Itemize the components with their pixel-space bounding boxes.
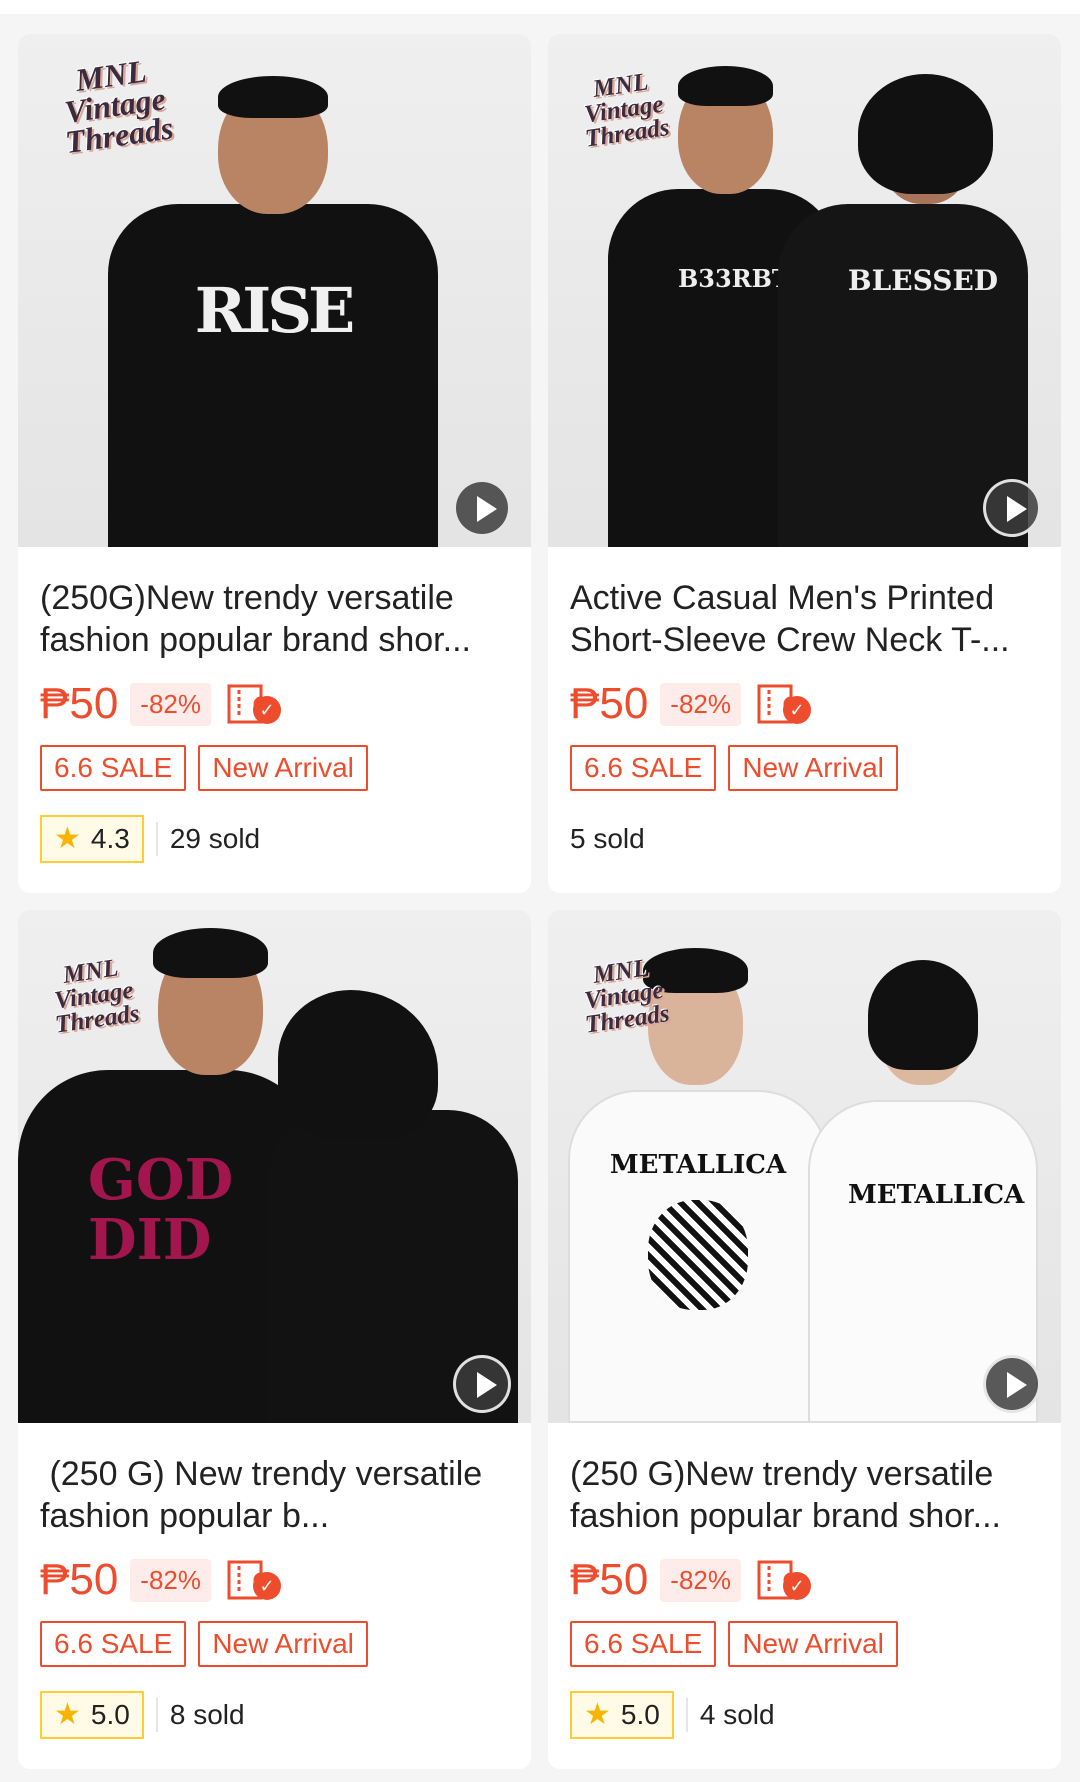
tag-list: 6.6 SALE New Arrival: [40, 745, 509, 791]
product-image[interactable]: METALLICA METALLICA MNL Vintage Threads: [548, 910, 1061, 1423]
rating-sold-row: ★ 5.0 4 sold: [570, 1691, 1039, 1739]
voucher-icon: ✓: [225, 1558, 281, 1602]
product-title[interactable]: (250G)New trendy versatile fashion popul…: [40, 577, 509, 661]
play-video-icon[interactable]: [983, 479, 1041, 537]
discount-badge: -82%: [130, 1558, 211, 1602]
product-price: ₱50: [40, 679, 119, 728]
shirt-print: METALLICA: [609, 1150, 787, 1180]
product-grid: MNL Vintage Threads RISE (250G)New trendy …: [0, 0, 1080, 1782]
sale-tag: 6.6 SALE: [40, 1621, 187, 1667]
product-card[interactable]: GOD DID MNL Vintage Threads (250 G) New tr…: [18, 910, 531, 1769]
sold-count: 29 sold: [169, 823, 261, 854]
sale-tag: 6.6 SALE: [570, 1621, 717, 1667]
product-price: ₱50: [570, 1555, 649, 1604]
star-icon: ★: [54, 822, 81, 855]
discount-badge: -82%: [660, 682, 741, 726]
price-row: ₱50 -82% ✓: [40, 1555, 509, 1605]
divider: [155, 1698, 158, 1732]
new-arrival-tag: New Arrival: [198, 1621, 368, 1667]
brand-logo: MNL Vintage Threads: [582, 954, 672, 1039]
product-price: ₱50: [40, 1555, 119, 1604]
voucher-icon: ✓: [755, 1558, 811, 1602]
tag-list: 6.6 SALE New Arrival: [40, 1621, 509, 1667]
shirt-print: RISE: [194, 274, 356, 347]
rating-sold-row: 5 sold: [570, 815, 1039, 863]
voucher-icon: ✓: [225, 682, 281, 726]
rating-badge: ★ 5.0: [40, 1691, 144, 1739]
product-card[interactable]: METALLICA METALLICA MNL Vintage Threads (2…: [548, 910, 1061, 1769]
model-figure-female: [268, 910, 531, 1423]
sold-count: 4 sold: [699, 1699, 775, 1730]
rating-badge: ★ 5.0: [570, 1691, 674, 1739]
product-info: (250G)New trendy versatile fashion popul…: [18, 577, 531, 863]
rating-value: 5.0: [620, 1699, 660, 1730]
model-figure-female: BLESSED: [778, 34, 1028, 547]
sale-tag: 6.6 SALE: [40, 745, 187, 791]
rating-value: 5.0: [90, 1699, 130, 1730]
product-title[interactable]: (250 G)New trendy versatile fashion popu…: [570, 1453, 1039, 1537]
voucher-icon: ✓: [755, 682, 811, 726]
model-figure: RISE: [108, 34, 438, 547]
price-row: ₱50 -82% ✓: [40, 679, 509, 729]
model-figure-female: METALLICA: [798, 910, 1048, 1423]
brand-logo: MNL Vintage Threads: [52, 954, 142, 1039]
divider: [685, 1698, 688, 1732]
rating-badge: ★ 4.3: [40, 815, 144, 863]
product-card[interactable]: MNL Vintage Threads RISE (250G)New trendy …: [18, 34, 531, 893]
shirt-print: BLESSED: [847, 264, 999, 297]
discount-badge: -82%: [660, 1558, 741, 1602]
rating-value: 4.3: [90, 823, 130, 854]
product-price: ₱50: [570, 679, 649, 728]
star-icon: ★: [584, 1698, 611, 1731]
price-row: ₱50 -82% ✓: [570, 679, 1039, 729]
sold-count: 5 sold: [570, 823, 645, 854]
play-video-icon[interactable]: [453, 479, 511, 537]
play-video-icon[interactable]: [453, 1355, 511, 1413]
product-image[interactable]: GOD DID MNL Vintage Threads: [18, 910, 531, 1423]
sold-count: 8 sold: [169, 1699, 245, 1730]
sale-tag: 6.6 SALE: [570, 745, 717, 791]
product-image[interactable]: MNL Vintage Threads RISE: [18, 34, 531, 547]
product-title[interactable]: (250 G) New trendy versatile fashion pop…: [40, 1453, 509, 1537]
tag-list: 6.6 SALE New Arrival: [570, 1621, 1039, 1667]
divider: [155, 822, 158, 856]
new-arrival-tag: New Arrival: [728, 745, 898, 791]
tag-list: 6.6 SALE New Arrival: [570, 745, 1039, 791]
new-arrival-tag: New Arrival: [728, 1621, 898, 1667]
shirt-print: GOD DID: [88, 1147, 234, 1273]
new-arrival-tag: New Arrival: [198, 745, 368, 791]
star-icon: ★: [54, 1698, 81, 1731]
rating-sold-row: ★ 5.0 8 sold: [40, 1691, 509, 1739]
product-image[interactable]: MNL Vintage Threads B33RBTR BLESSED: [548, 34, 1061, 547]
product-info: Active Casual Men's Printed Short-Sleeve…: [548, 577, 1061, 863]
product-card[interactable]: MNL Vintage Threads B33RBTR BLESSED Active…: [548, 34, 1061, 893]
discount-badge: -82%: [130, 682, 211, 726]
rating-sold-row: ★ 4.3 29 sold: [40, 815, 509, 863]
price-row: ₱50 -82% ✓: [570, 1555, 1039, 1605]
play-video-icon[interactable]: [983, 1355, 1041, 1413]
product-title[interactable]: Active Casual Men's Printed Short-Sleeve…: [570, 577, 1039, 661]
product-info: (250 G)New trendy versatile fashion popu…: [548, 1453, 1061, 1739]
product-info: (250 G) New trendy versatile fashion pop…: [18, 1453, 531, 1739]
